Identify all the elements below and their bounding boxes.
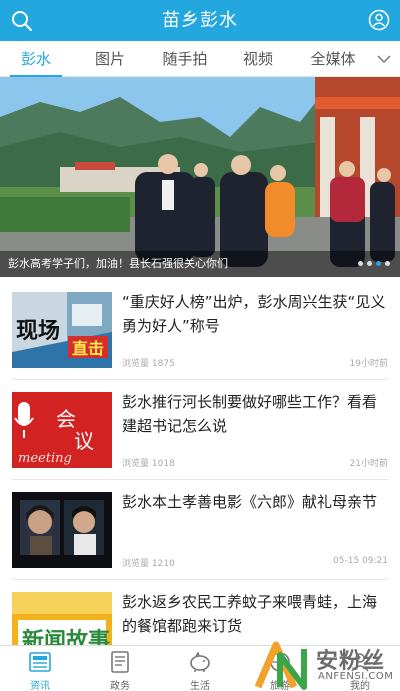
tab-video[interactable]: 视频 (228, 41, 288, 77)
tab-pictures[interactable]: 图片 (80, 41, 140, 77)
publish-time: 05-15 09:21 (333, 556, 388, 566)
news-item[interactable]: 现场 直击 “重庆好人榜”出炉，彭水周兴生获“见义勇为好人”称号 浏览量 187… (0, 280, 400, 380)
news-thumbnail: 现场 直击 (12, 292, 112, 368)
tab-all-media[interactable]: 全媒体 (303, 41, 363, 77)
channel-tabs: 彭水 图片 随手拍 视频 全媒体 (0, 41, 400, 77)
piggy-bank-icon (190, 651, 210, 672)
svg-text:会: 会 (56, 407, 76, 431)
svg-text:议: 议 (74, 429, 94, 453)
nav-label: 资讯 (30, 681, 50, 691)
news-item[interactable]: 会 议 meeting 彭水推行河长制要做好哪些工作？看看建超书记怎么说 浏览量… (0, 380, 400, 480)
document-icon (111, 651, 129, 673)
news-thumbnail (12, 492, 112, 568)
news-title[interactable]: 彭水返乡农民工养蚊子来喂青蛙，上海的餐馆都跑来订货 (122, 590, 388, 638)
app-title: 苗乡彭水 (162, 10, 238, 31)
news-item[interactable]: 彭水本土孝善电影《六郎》献礼母亲节 浏览量 1210 05-15 09:21 (0, 480, 400, 580)
view-count: 浏览量 1875 (122, 359, 175, 369)
svg-text:meeting: meeting (18, 451, 72, 466)
tab-snapshots[interactable]: 随手拍 (155, 41, 215, 77)
chevron-down-icon[interactable] (376, 51, 392, 67)
news-icon (29, 652, 51, 672)
banner-caption-bar: 彭水高考学子们，加油！县长石强很关心你们 (0, 251, 400, 277)
carousel-dot[interactable] (385, 261, 390, 266)
news-title[interactable]: “重庆好人榜”出炉，彭水周兴生获“见义勇为好人”称号 (122, 290, 388, 338)
news-title[interactable]: 彭水本土孝善电影《六郎》献礼母亲节 (122, 490, 388, 514)
news-thumbnail: 会 议 meeting (12, 392, 112, 468)
carousel-dot[interactable] (376, 261, 381, 266)
nav-news[interactable]: 资讯 (0, 646, 80, 691)
nav-label: 政务 (110, 681, 130, 691)
news-title[interactable]: 彭水推行河长制要做好哪些工作？看看建超书记怎么说 (122, 390, 388, 438)
banner-caption: 彭水高考学子们，加油！县长石强很关心你们 (8, 257, 228, 270)
view-count: 浏览量 1210 (122, 559, 175, 569)
carousel-indicator (354, 261, 390, 267)
nav-label: 生活 (190, 681, 210, 691)
nav-life[interactable]: 生活 (160, 646, 240, 691)
nav-government[interactable]: 政务 (80, 646, 160, 691)
publish-time: 21小时前 (349, 459, 388, 469)
tab-pengshui[interactable]: 彭水 (6, 41, 66, 77)
banner-photo (0, 77, 400, 277)
watermark-logo (254, 641, 307, 690)
banner-carousel[interactable]: 彭水高考学子们，加油！县长石强很关心你们 (0, 77, 400, 277)
carousel-dot[interactable] (367, 261, 372, 266)
top-bar: 苗乡彭水 (0, 0, 400, 41)
user-icon[interactable] (368, 9, 390, 31)
carousel-dot[interactable] (358, 261, 363, 266)
svg-text:直击: 直击 (72, 339, 104, 358)
svg-text:现场: 现场 (16, 319, 60, 344)
site-watermark: 安粉丝 ANFENSI.COM (254, 641, 400, 691)
watermark-subtext: ANFENSI.COM (318, 671, 394, 682)
publish-time: 19小时前 (349, 359, 388, 369)
view-count: 浏览量 1018 (122, 459, 175, 469)
